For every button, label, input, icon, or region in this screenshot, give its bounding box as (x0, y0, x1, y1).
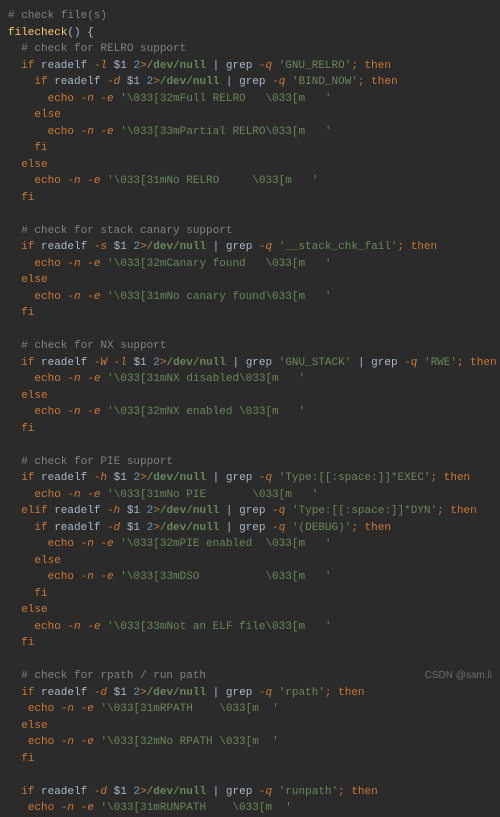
code-line: filecheck() { (8, 25, 492, 42)
code-line (8, 652, 492, 669)
code-line: else (8, 388, 492, 405)
code-line: # check for rpath / run path (8, 668, 492, 685)
code-line: echo -n -e '\033[32mCanary found \033[m … (8, 256, 492, 273)
code-line: fi (8, 305, 492, 322)
code-line (8, 437, 492, 454)
code-line: echo -n -e '\033[33mPartial RELRO\033[m … (8, 124, 492, 141)
code-line: if readelf -d $1 2>/dev/null | grep -q '… (8, 784, 492, 801)
code-line: echo -n -e '\033[32mNX enabled \033[m ' (8, 404, 492, 421)
code-line: echo -n -e '\033[32mFull RELRO \033[m ' (8, 91, 492, 108)
code-line: echo -n -e '\033[31mNo canary found\033[… (8, 289, 492, 306)
code-line: else (8, 157, 492, 174)
code-block[interactable]: # check file(s) filecheck() { # check fo… (8, 8, 492, 817)
code-line (8, 322, 492, 339)
code-line: if readelf -W -l $1 2>/dev/null | grep '… (8, 355, 492, 372)
code-line: # check for NX support (8, 338, 492, 355)
code-line: if readelf -d $1 2>/dev/null | grep -q '… (8, 520, 492, 537)
code-line (8, 767, 492, 784)
code-line: if readelf -d $1 2>/dev/null | grep -q '… (8, 74, 492, 91)
code-line: echo -n -e '\033[31mNX disabled\033[m ' (8, 371, 492, 388)
code-line: fi (8, 635, 492, 652)
code-line: # check for PIE support (8, 454, 492, 471)
code-line: if readelf -s $1 2>/dev/null | grep -q '… (8, 239, 492, 256)
code-line: elif readelf -h $1 2>/dev/null | grep -q… (8, 503, 492, 520)
code-line: echo -n -e '\033[31mNo PIE \033[m ' (8, 487, 492, 504)
code-line: echo -n -e '\033[32mNo RPATH \033[m ' (8, 734, 492, 751)
code-line: fi (8, 421, 492, 438)
code-line: fi (8, 190, 492, 207)
code-line: echo -n -e '\033[31mRUNPATH \033[m ' (8, 800, 492, 817)
code-line: if readelf -l $1 2>/dev/null | grep -q '… (8, 58, 492, 75)
code-line: else (8, 272, 492, 289)
code-line: if readelf -d $1 2>/dev/null | grep -q '… (8, 685, 492, 702)
code-line: echo -n -e '\033[31mNo RELRO \033[m ' (8, 173, 492, 190)
code-line: fi (8, 140, 492, 157)
code-line: fi (8, 751, 492, 768)
code-line: else (8, 602, 492, 619)
code-line: # check file(s) (8, 8, 492, 25)
code-line: fi (8, 586, 492, 603)
code-line: # check for stack canary support (8, 223, 492, 240)
code-line: echo -n -e '\033[33mNot an ELF file\033[… (8, 619, 492, 636)
code-line (8, 206, 492, 223)
code-line: else (8, 107, 492, 124)
code-line: echo -n -e '\033[31mRPATH \033[m ' (8, 701, 492, 718)
code-line: else (8, 553, 492, 570)
code-line: echo -n -e '\033[32mPIE enabled \033[m ' (8, 536, 492, 553)
code-line: echo -n -e '\033[33mDSO \033[m ' (8, 569, 492, 586)
code-line: if readelf -h $1 2>/dev/null | grep -q '… (8, 470, 492, 487)
code-line: else (8, 718, 492, 735)
watermark: CSDN @sam.li (425, 668, 492, 683)
code-line: # check for RELRO support (8, 41, 492, 58)
